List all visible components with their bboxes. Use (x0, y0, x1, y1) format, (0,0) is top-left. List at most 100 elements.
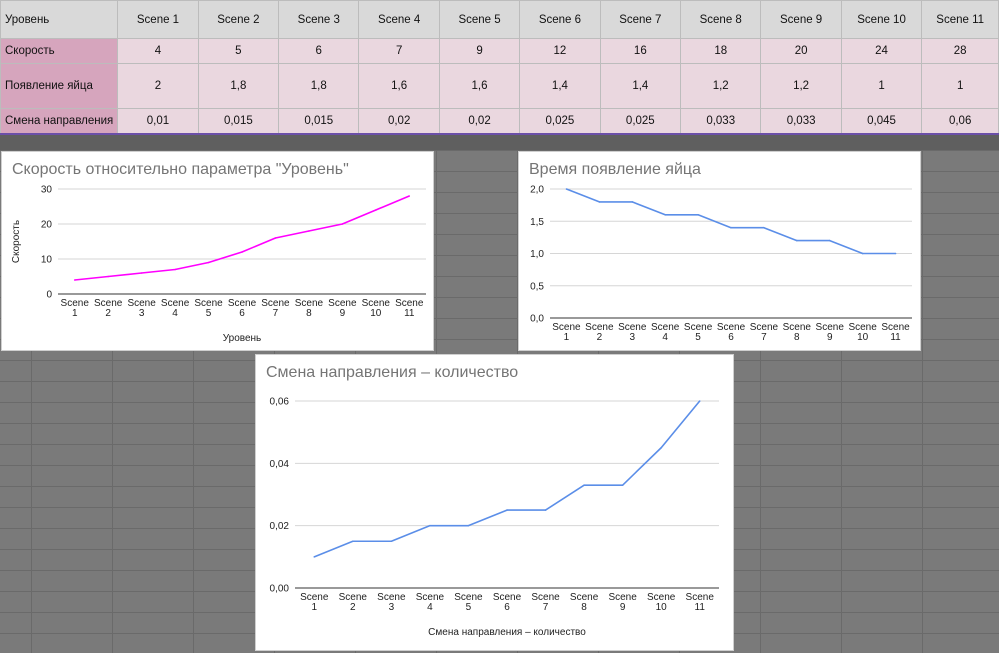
x-tick-label: Scene 7 (531, 592, 560, 613)
series-line (74, 195, 410, 281)
direction-change-chart[interactable]: Смена направления – количество 0,00 0,02 0… (255, 354, 734, 651)
x-tick-label: Scene 9 (816, 322, 845, 343)
y-tick-label: 0,0 (530, 314, 544, 325)
x-tick-label: Scene 10 (647, 592, 676, 613)
data-point (107, 275, 109, 278)
data-point (565, 188, 568, 190)
header-cell[interactable]: Scene 6 (519, 0, 601, 39)
data-point (544, 509, 547, 511)
table-cell[interactable]: 1 (921, 63, 999, 109)
data-point (241, 251, 243, 253)
speed-chart-plot: 0102030Scene 1Scene 2Scene 3Scene 4Scene 5Sce… (11, 185, 426, 344)
header-cell[interactable]: Scene 1 (117, 0, 199, 39)
x-tick-label: Scene 4 (651, 322, 680, 343)
data-point (467, 524, 470, 527)
table-cell[interactable]: 0,02 (438, 108, 521, 135)
table-cell[interactable]: 28 (921, 38, 999, 64)
data-table: Уровень Scene 1 Scene 2 Scene 3 Scene 4 … (0, 0, 999, 135)
data-point (506, 509, 508, 511)
data-point (352, 540, 354, 543)
header-cell[interactable]: Scene 9 (760, 0, 842, 39)
table-cell[interactable]: 4 (117, 38, 199, 64)
x-tick-label: Scene 2 (94, 298, 123, 319)
y-tick-label: 30 (41, 185, 53, 196)
x-tick-label: Scene 10 (848, 322, 877, 343)
table-cell[interactable]: 1,6 (438, 63, 521, 109)
table-cell[interactable]: 0,025 (599, 108, 682, 135)
x-tick-label: Scene 8 (295, 298, 324, 319)
header-cell[interactable]: Scene 5 (438, 0, 521, 39)
table-cell[interactable]: 12 (519, 38, 601, 64)
table-cell[interactable]: 1,4 (519, 63, 601, 109)
data-point (664, 214, 666, 216)
table-cell[interactable]: 0,015 (197, 108, 280, 135)
x-tick-label: Scene 9 (328, 298, 357, 319)
row-label-cell[interactable]: Смена направления (0, 108, 119, 135)
table-cell[interactable]: 6 (278, 38, 360, 64)
table-cell[interactable]: 0,015 (278, 108, 360, 135)
header-label-cell[interactable]: Уровень (0, 0, 119, 39)
header-cell[interactable]: Scene 7 (599, 0, 682, 39)
x-tick-label: Scene 9 (608, 592, 637, 613)
table-cell[interactable]: 1,8 (278, 63, 360, 109)
x-tick-label: Scene 11 (881, 322, 910, 343)
table-cell[interactable]: 1,8 (197, 63, 280, 109)
table-cell[interactable]: 0,045 (840, 108, 923, 135)
x-tick-label: Scene 7 (750, 322, 779, 343)
table-cell[interactable]: 5 (197, 38, 280, 64)
row-label-cell[interactable]: Появление яйца (0, 63, 119, 109)
y-tick-label: 20 (41, 220, 53, 231)
data-point (390, 540, 393, 543)
x-tick-label: Scene 7 (261, 298, 290, 319)
egg-spawn-chart[interactable]: Время появление яйца 0,0 0,5 1,0 1,5 2,0 Scen… (518, 151, 921, 351)
table-cell[interactable]: 1,4 (599, 63, 682, 109)
x-tick-label: Scene 5 (684, 322, 713, 343)
y-tick-label: 0,5 (530, 281, 544, 292)
header-cell[interactable]: Scene 2 (197, 0, 280, 39)
y-tick-label: 0 (46, 290, 52, 301)
table-cell[interactable]: 16 (599, 38, 682, 64)
table-cell[interactable]: 7 (358, 38, 440, 64)
data-point (660, 446, 662, 449)
table-cell[interactable]: 2 (117, 63, 199, 109)
x-tick-label: Scene 1 (300, 592, 329, 613)
table-cell[interactable]: 9 (438, 38, 521, 64)
x-tick-label: Scene 3 (127, 298, 156, 319)
table-cell[interactable]: 0,025 (519, 108, 601, 135)
table-cell[interactable]: 1,2 (760, 63, 842, 109)
data-point (408, 195, 411, 197)
data-point (697, 214, 699, 216)
data-point (698, 400, 701, 402)
data-point (274, 237, 277, 239)
table-cell[interactable]: 1 (840, 63, 923, 109)
table-cell[interactable]: 0,033 (760, 108, 842, 135)
header-cell[interactable]: Scene 4 (358, 0, 440, 39)
row-label-cell[interactable]: Скорость (0, 38, 119, 64)
table-cell[interactable]: 0,01 (117, 108, 199, 135)
x-tick-label: Scene 10 (362, 298, 391, 319)
data-point (308, 230, 310, 232)
x-tick-label: Scene 8 (570, 592, 599, 613)
x-axis-title: Уровень (223, 333, 262, 344)
header-cell[interactable]: Scene 8 (680, 0, 762, 39)
table-cell[interactable]: 20 (760, 38, 842, 64)
table-cell[interactable]: 0,06 (921, 108, 999, 135)
header-cell[interactable]: Scene 10 (840, 0, 923, 39)
data-point (174, 268, 176, 271)
table-cell[interactable]: 0,02 (358, 108, 440, 135)
table-row: Скорость 4 5 6 7 9 12 16 18 20 24 28 (0, 38, 999, 64)
header-cell[interactable]: Scene 11 (921, 0, 999, 39)
table-cell[interactable]: 18 (680, 38, 762, 64)
y-axis-title: Скорость (11, 220, 22, 263)
table-cell[interactable]: 1,2 (680, 63, 762, 109)
table-cell[interactable]: 0,033 (680, 108, 762, 135)
table-cell[interactable]: 1,6 (358, 63, 440, 109)
x-tick-label: Scene 5 (194, 298, 223, 319)
data-point (894, 252, 897, 255)
speed-chart[interactable]: Скорость относительно параметра "Уровень… (1, 151, 434, 351)
header-cell[interactable]: Scene 3 (278, 0, 360, 39)
table-cell[interactable]: 24 (840, 38, 923, 64)
x-tick-label: Scene 2 (585, 322, 614, 343)
x-tick-label: Scene 4 (416, 592, 445, 613)
x-tick-label: Scene 2 (339, 592, 368, 613)
